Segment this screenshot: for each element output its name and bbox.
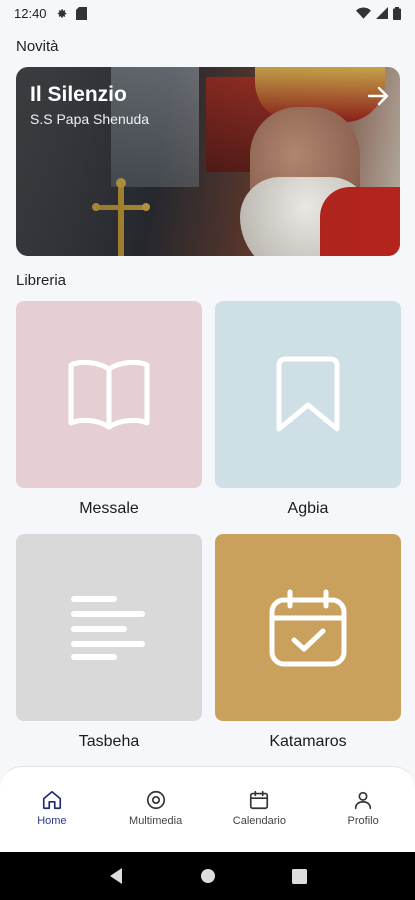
nav-label-home: Home [37,815,67,827]
tile-tasbeha[interactable] [16,534,202,721]
calendar-icon [250,790,269,810]
nav-item-profilo[interactable]: Profilo [318,789,408,827]
tile-label-messale: Messale [79,500,139,517]
news-section-title: Novità [16,38,59,55]
tile-katamaros[interactable] [215,534,401,721]
back-icon[interactable] [108,867,124,885]
nav-item-multimedia[interactable]: Multimedia [111,789,201,827]
battery-icon [393,6,401,20]
status-time: 12:40 [14,5,47,21]
nav-label-multimedia: Multimedia [129,815,183,827]
user-icon [354,791,372,810]
tile-label-tasbeha: Tasbeha [78,733,140,750]
tile-label-katamaros: Katamaros [269,733,347,750]
text-lines-icon [71,595,145,660]
banner-subtitle: S.S Papa Shenuda [30,111,150,127]
arrow-right-icon[interactable] [366,84,390,108]
calendar-check-icon [269,589,347,666]
disc-icon [146,790,165,810]
bookmark-icon [276,356,340,431]
wifi-icon [356,7,371,19]
nav-label-profilo: Profilo [347,815,379,827]
nav-item-home[interactable]: Home [7,789,97,827]
settings-icon [55,7,68,20]
recents-icon[interactable] [292,868,307,884]
banner-title: Il Silenzio [30,83,127,106]
sd-card-icon [75,6,87,20]
open-book-icon [68,359,150,429]
library-section-title: Libreria [16,272,67,289]
tile-label-agbia: Agbia [287,500,329,517]
bottom-navigation: Home Multimedia Calendario Profilo [0,766,415,852]
nav-label-calendario: Calendario [232,815,286,827]
signal-icon [376,7,388,19]
status-bar: 12:40 [0,0,415,26]
home-circle-icon[interactable] [200,868,216,884]
nav-item-calendario[interactable]: Calendario [214,789,304,827]
home-icon [42,790,61,810]
tile-agbia[interactable] [215,301,401,488]
featured-banner[interactable]: Il Silenzio S.S Papa Shenuda [16,67,400,256]
system-navigation-bar [0,852,415,900]
tile-messale[interactable] [16,301,202,488]
